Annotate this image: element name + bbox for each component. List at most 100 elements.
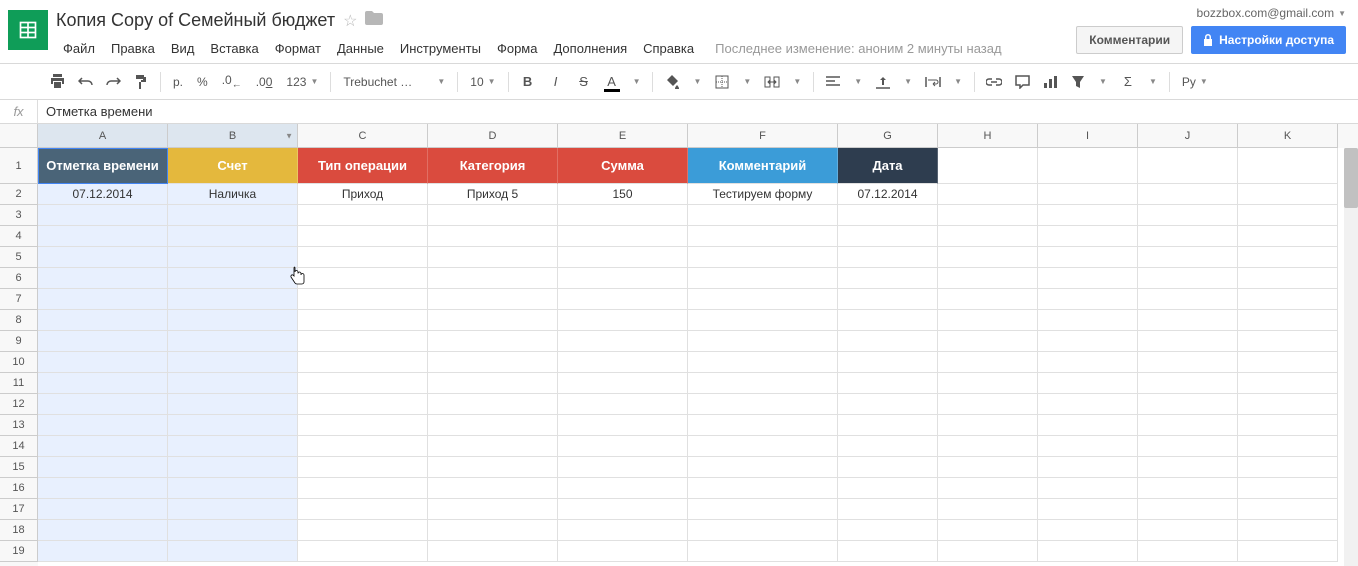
cell-H18[interactable] (938, 520, 1038, 541)
cell-B17[interactable] (168, 499, 298, 520)
cell-J10[interactable] (1138, 352, 1238, 373)
cell-K6[interactable] (1238, 268, 1338, 289)
menu-insert[interactable]: Вставка (203, 37, 265, 60)
cell-G17[interactable] (838, 499, 938, 520)
cell-B9[interactable] (168, 331, 298, 352)
cell-D12[interactable] (428, 394, 558, 415)
functions-caret[interactable]: ▼ (1143, 77, 1163, 86)
cell-G10[interactable] (838, 352, 938, 373)
cell-C1[interactable]: Тип операции (298, 148, 428, 184)
column-dropdown-icon[interactable]: ▼ (285, 131, 293, 140)
cell-E19[interactable] (558, 541, 688, 562)
cell-G8[interactable] (838, 310, 938, 331)
cell-J5[interactable] (1138, 247, 1238, 268)
currency-format-button[interactable]: р. (167, 75, 189, 89)
cell-K3[interactable] (1238, 205, 1338, 226)
text-color-button[interactable]: A (599, 69, 625, 95)
cell-J13[interactable] (1138, 415, 1238, 436)
cell-G16[interactable] (838, 478, 938, 499)
more-formats-button[interactable]: 123▼ (280, 75, 324, 89)
cell-G4[interactable] (838, 226, 938, 247)
cell-F18[interactable] (688, 520, 838, 541)
cell-A10[interactable] (38, 352, 168, 373)
cell-F4[interactable] (688, 226, 838, 247)
menu-addons[interactable]: Дополнения (546, 37, 634, 60)
cell-E8[interactable] (558, 310, 688, 331)
cell-I11[interactable] (1038, 373, 1138, 394)
row-header-1[interactable]: 1 (0, 148, 38, 184)
cell-A3[interactable] (38, 205, 168, 226)
cell-A15[interactable] (38, 457, 168, 478)
cell-D16[interactable] (428, 478, 558, 499)
column-header-E[interactable]: E (558, 124, 688, 148)
cell-D17[interactable] (428, 499, 558, 520)
comment-icon[interactable] (1009, 69, 1035, 95)
cell-H19[interactable] (938, 541, 1038, 562)
cell-I9[interactable] (1038, 331, 1138, 352)
cell-B18[interactable] (168, 520, 298, 541)
cell-H11[interactable] (938, 373, 1038, 394)
cells-area[interactable]: Отметка времениСчетТип операцииКатегория… (38, 148, 1358, 566)
cell-J17[interactable] (1138, 499, 1238, 520)
cell-A9[interactable] (38, 331, 168, 352)
cell-B11[interactable] (168, 373, 298, 394)
menu-data[interactable]: Данные (330, 37, 391, 60)
star-icon[interactable]: ☆ (343, 11, 357, 31)
cell-D9[interactable] (428, 331, 558, 352)
cell-H4[interactable] (938, 226, 1038, 247)
row-header-3[interactable]: 3 (0, 205, 38, 226)
cell-C7[interactable] (298, 289, 428, 310)
cell-H15[interactable] (938, 457, 1038, 478)
cell-G13[interactable] (838, 415, 938, 436)
cell-H17[interactable] (938, 499, 1038, 520)
cell-K14[interactable] (1238, 436, 1338, 457)
cell-J1[interactable] (1138, 148, 1238, 184)
increase-decimals-button[interactable]: .00 (250, 75, 279, 89)
cell-F2[interactable]: Тестируем форму (688, 184, 838, 205)
cell-H1[interactable] (938, 148, 1038, 184)
column-header-G[interactable]: G (838, 124, 938, 148)
cell-C16[interactable] (298, 478, 428, 499)
cell-C18[interactable] (298, 520, 428, 541)
vertical-scrollbar[interactable] (1344, 148, 1358, 566)
valign-caret[interactable]: ▼ (898, 77, 918, 86)
row-header-17[interactable]: 17 (0, 499, 38, 520)
cell-H9[interactable] (938, 331, 1038, 352)
cell-I10[interactable] (1038, 352, 1138, 373)
cell-B3[interactable] (168, 205, 298, 226)
link-icon[interactable] (981, 69, 1007, 95)
cell-F6[interactable] (688, 268, 838, 289)
cell-D11[interactable] (428, 373, 558, 394)
decrease-decimals-button[interactable]: .0← (216, 73, 248, 90)
cell-C13[interactable] (298, 415, 428, 436)
wrap-caret[interactable]: ▼ (948, 77, 968, 86)
cell-J16[interactable] (1138, 478, 1238, 499)
share-button[interactable]: Настройки доступа (1191, 26, 1346, 54)
cell-A1[interactable]: Отметка времени (38, 148, 168, 184)
cell-H7[interactable] (938, 289, 1038, 310)
cell-J15[interactable] (1138, 457, 1238, 478)
column-header-A[interactable]: A (38, 124, 168, 148)
row-header-18[interactable]: 18 (0, 520, 38, 541)
cell-G12[interactable] (838, 394, 938, 415)
cell-B19[interactable] (168, 541, 298, 562)
cell-B4[interactable] (168, 226, 298, 247)
cell-F13[interactable] (688, 415, 838, 436)
cell-H8[interactable] (938, 310, 1038, 331)
cell-E2[interactable]: 150 (558, 184, 688, 205)
cell-F3[interactable] (688, 205, 838, 226)
functions-icon[interactable]: Σ (1115, 69, 1141, 95)
cell-E14[interactable] (558, 436, 688, 457)
cell-J19[interactable] (1138, 541, 1238, 562)
cell-H10[interactable] (938, 352, 1038, 373)
strikethrough-button[interactable]: S (571, 69, 597, 95)
input-lang-button[interactable]: Ру▼ (1176, 75, 1214, 89)
cell-A19[interactable] (38, 541, 168, 562)
cell-K12[interactable] (1238, 394, 1338, 415)
cell-J3[interactable] (1138, 205, 1238, 226)
cell-D1[interactable]: Категория (428, 148, 558, 184)
cell-G6[interactable] (838, 268, 938, 289)
font-select[interactable]: Trebuchet …▼ (337, 75, 451, 89)
row-header-19[interactable]: 19 (0, 541, 38, 562)
cell-D2[interactable]: Приход 5 (428, 184, 558, 205)
